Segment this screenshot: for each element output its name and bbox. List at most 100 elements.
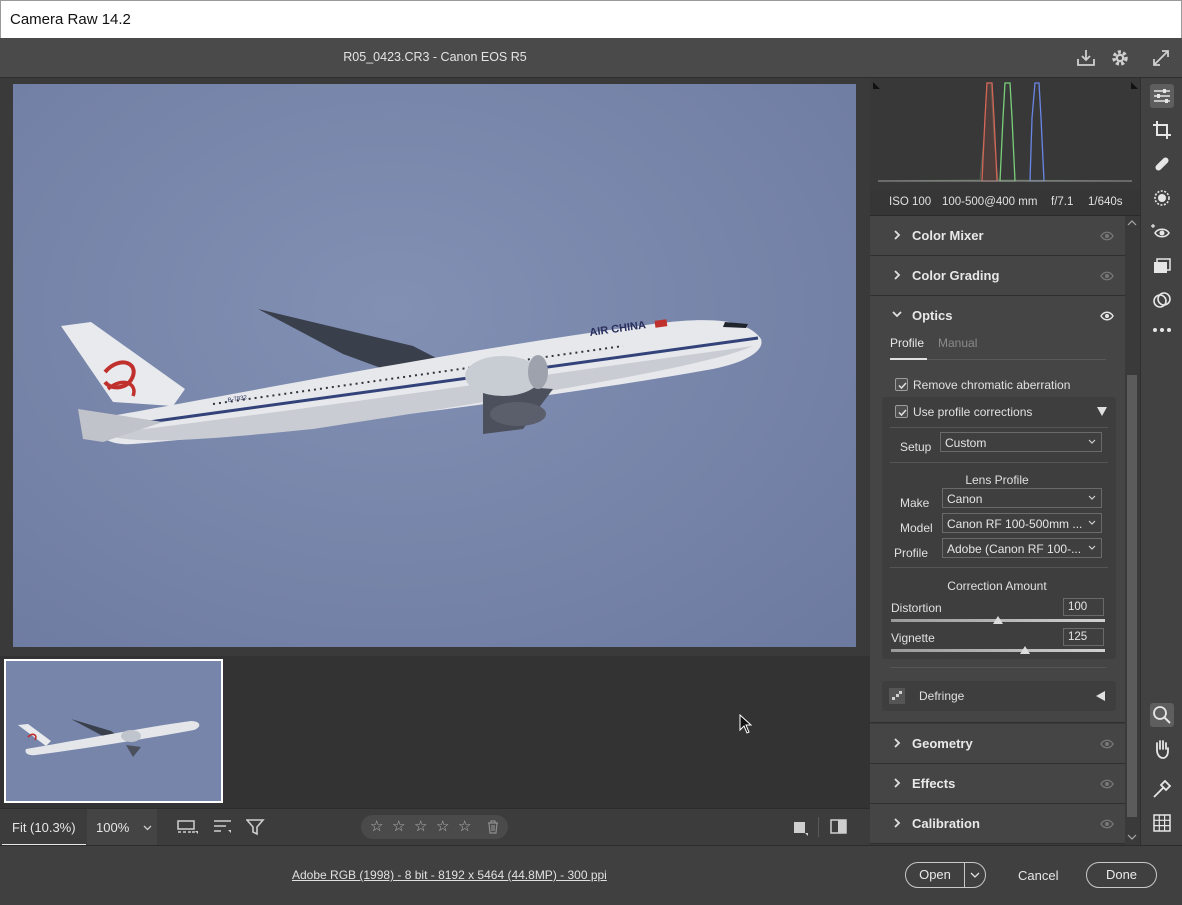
chevron-down-icon[interactable] — [891, 310, 903, 320]
toolbar-divider — [818, 817, 819, 837]
star-icon[interactable]: ☆ — [370, 819, 383, 834]
vignette-slider-track[interactable] — [891, 649, 1105, 652]
panel-scrollbar[interactable] — [1125, 216, 1140, 845]
file-header: R05_0423.CR3 - Canon EOS R5 — [0, 38, 1182, 78]
star-icon[interactable]: ☆ — [458, 819, 471, 834]
fullscreen-icon[interactable] — [1150, 47, 1172, 69]
filmstrip-thumbnail[interactable] — [4, 659, 223, 803]
star-icon[interactable]: ☆ — [392, 819, 405, 834]
open-button[interactable]: Open — [906, 863, 964, 887]
model-label: Model — [900, 521, 933, 535]
panel-color-mixer[interactable]: Color Mixer — [870, 216, 1126, 256]
panel-title[interactable]: Optics — [912, 308, 952, 323]
trash-icon[interactable] — [487, 820, 499, 834]
panel-effects[interactable]: Effects — [870, 764, 1126, 804]
tab-profile[interactable]: Profile — [890, 336, 924, 350]
divider — [890, 462, 1108, 463]
chevron-down-icon[interactable] — [970, 871, 980, 879]
correction-amount-heading: Correction Amount — [947, 579, 1047, 593]
eye-icon[interactable] — [1100, 230, 1114, 242]
vignette-input[interactable]: 125 — [1063, 628, 1104, 646]
setup-dropdown[interactable]: Custom — [940, 432, 1102, 452]
healing-icon[interactable] — [1150, 152, 1174, 176]
masking-icon[interactable] — [1150, 186, 1174, 210]
eye-icon[interactable] — [1100, 738, 1114, 750]
exif-info: ISO 100 100-500@400 mm f/7.1 1/640s — [870, 190, 1140, 216]
filmstrip-options-icon[interactable] — [177, 818, 198, 836]
red-eye-icon[interactable] — [1150, 221, 1174, 245]
eye-icon[interactable] — [1100, 778, 1114, 790]
chevron-down-icon[interactable] — [143, 823, 152, 832]
gear-icon[interactable] — [1109, 47, 1131, 69]
star-icon[interactable]: ☆ — [414, 819, 427, 834]
edit-sliders-icon[interactable] — [1150, 84, 1174, 108]
filter-icon[interactable] — [245, 818, 266, 836]
star-icon[interactable]: ☆ — [436, 819, 449, 834]
sort-icon[interactable] — [213, 818, 233, 836]
shutter-value: 1/640s — [1088, 196, 1123, 208]
window-title-bar: Camera Raw 14.2 — [0, 0, 1182, 38]
hand-tool-icon[interactable] — [1150, 737, 1174, 761]
chevron-down-icon — [1088, 495, 1096, 500]
color-sampler-icon[interactable] — [1150, 777, 1174, 801]
model-dropdown[interactable]: Canon RF 100-500mm ... — [942, 513, 1102, 533]
shadow-clipping-icon — [873, 82, 880, 89]
vignette-slider-thumb[interactable] — [1019, 646, 1030, 654]
use-profile-corrections-label: Use profile corrections — [913, 405, 1033, 419]
distortion-slider-thumb[interactable] — [993, 616, 1003, 624]
make-dropdown[interactable]: Canon — [942, 488, 1102, 508]
done-button[interactable]: Done — [1086, 862, 1157, 888]
setup-label: Setup — [900, 440, 932, 454]
make-label: Make — [900, 496, 930, 510]
triangle-left-icon[interactable] — [1096, 691, 1105, 701]
save-image-icon[interactable] — [1075, 47, 1097, 69]
single-view-icon[interactable] — [792, 819, 812, 837]
chevron-right-icon — [894, 270, 901, 280]
scroll-down-icon[interactable] — [1127, 833, 1137, 841]
panel-title: Geometry — [912, 736, 973, 751]
crop-icon[interactable] — [1150, 118, 1174, 142]
panel-geometry[interactable]: Geometry — [870, 724, 1126, 764]
more-options-icon[interactable] — [1150, 318, 1174, 342]
tab-active-indicator — [890, 358, 927, 360]
setup-value: Custom — [945, 436, 987, 450]
chevron-right-icon — [894, 738, 901, 748]
scroll-up-icon[interactable] — [1127, 219, 1137, 227]
tool-rail — [1140, 78, 1182, 845]
distortion-input[interactable]: 100 — [1063, 598, 1104, 616]
chevron-down-icon — [1088, 439, 1096, 444]
main-photo-preview[interactable]: AIR CHINA B-7832 — [13, 84, 856, 647]
profile-label: Profile — [894, 546, 929, 560]
grid-overlay-icon[interactable] — [1150, 811, 1174, 835]
chevron-right-icon — [894, 818, 901, 828]
remove-ca-checkbox[interactable] — [895, 378, 908, 391]
vignette-label: Vignette — [891, 631, 935, 645]
edit-panel: ISO 100 100-500@400 mm f/7.1 1/640s Colo… — [870, 78, 1140, 845]
defringe-icon — [889, 688, 905, 704]
iso-value: ISO 100 — [889, 196, 932, 208]
panel-title: Color Mixer — [912, 228, 984, 243]
scrollbar-thumb[interactable] — [1127, 375, 1137, 817]
panel-color-grading[interactable]: Color Grading — [870, 256, 1126, 296]
profile-value: Adobe (Canon RF 100-... — [947, 542, 1082, 556]
use-profile-corrections-checkbox[interactable] — [895, 405, 908, 418]
eye-icon[interactable] — [1100, 270, 1114, 282]
workflow-options-link[interactable]: Adobe RGB (1998) - 8 bit - 8192 x 5464 (… — [292, 868, 607, 882]
zoom-fit-button[interactable]: Fit (10.3%) — [2, 809, 86, 846]
presets-icon[interactable] — [1150, 288, 1174, 312]
star-rating[interactable]: ☆ ☆ ☆ ☆ ☆ — [361, 815, 508, 839]
zoom-tool-icon[interactable] — [1150, 703, 1174, 727]
split-divider — [964, 863, 965, 887]
eye-icon[interactable] — [1100, 818, 1114, 830]
model-value: Canon RF 100-500mm ... — [947, 517, 1083, 531]
panel-calibration[interactable]: Calibration — [870, 804, 1126, 844]
profile-dropdown[interactable]: Adobe (Canon RF 100-... — [942, 538, 1102, 558]
tab-manual[interactable]: Manual — [938, 336, 977, 350]
triangle-down-icon[interactable] — [1097, 407, 1107, 416]
snapshots-icon[interactable] — [1150, 254, 1174, 278]
cancel-button[interactable]: Cancel — [1018, 868, 1058, 883]
defringe-section[interactable]: Defringe — [882, 681, 1116, 711]
eye-icon[interactable] — [1100, 310, 1114, 322]
before-after-icon[interactable] — [829, 818, 849, 836]
make-value: Canon — [947, 492, 983, 506]
